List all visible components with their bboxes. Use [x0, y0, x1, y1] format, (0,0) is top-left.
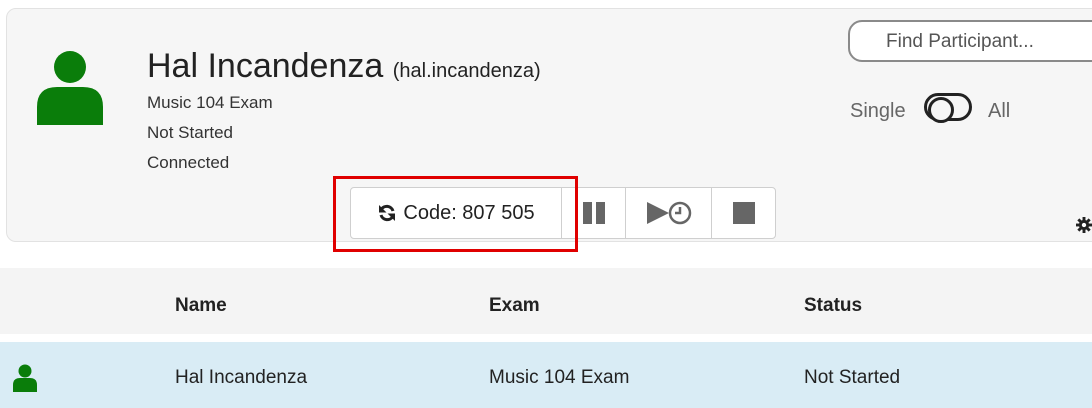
header-gap	[0, 334, 164, 342]
stop-icon	[732, 202, 755, 224]
toggle-knob	[928, 97, 954, 123]
cell-exam: Music 104 Exam	[489, 367, 630, 388]
column-header-status[interactable]: Status	[804, 295, 862, 317]
participant-header: Hal Incandenza (hal.incandenza)	[147, 47, 541, 86]
user-avatar-icon	[37, 51, 103, 125]
table-header: Name Exam Status	[0, 268, 1092, 334]
stop-button[interactable]	[711, 188, 775, 238]
table-row[interactable]: Hal Incandenza Music 104 Exam Not Starte…	[0, 342, 1092, 408]
toggle-all-label: All	[988, 100, 1011, 122]
cell-name: Hal Incandenza	[175, 367, 308, 388]
participant-username: (hal.incandenza)	[392, 60, 541, 82]
gear-icon[interactable]	[1076, 214, 1092, 236]
access-code-label: Code: 807 505	[403, 201, 535, 224]
participant-name: Hal Incandenza	[147, 47, 384, 85]
find-participant-button[interactable]: Find Participant...	[848, 20, 1092, 62]
participant-exam: Music 104 Exam	[147, 93, 273, 112]
access-code-button[interactable]: Code: 807 505	[351, 188, 561, 238]
user-avatar-icon	[13, 364, 37, 392]
column-header-exam[interactable]: Exam	[489, 295, 540, 317]
play-clock-icon	[646, 201, 691, 225]
refresh-icon	[379, 204, 396, 222]
participant-exam-status: Not Started	[147, 123, 233, 142]
pause-icon	[582, 202, 605, 224]
participant-action-toolbar: Code: 807 505	[350, 187, 776, 239]
participant-connection: Connected	[147, 153, 230, 172]
cell-status: Not Started	[804, 367, 901, 388]
start-timer-button[interactable]	[625, 188, 711, 238]
column-header-name[interactable]: Name	[175, 295, 227, 317]
pause-button[interactable]	[561, 188, 625, 238]
toggle-single-label: Single	[850, 100, 906, 122]
single-all-toggle[interactable]	[924, 93, 972, 123]
